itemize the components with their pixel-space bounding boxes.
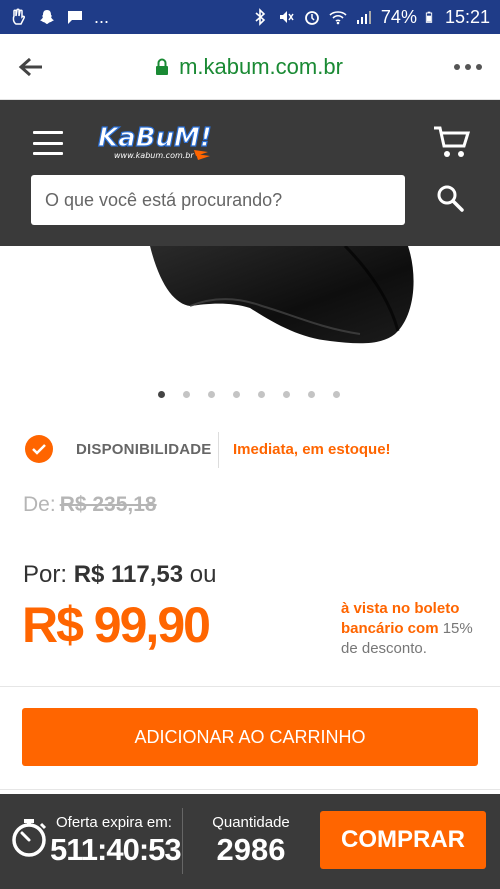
kabum-logo[interactable]: KaBuM! www.kabum.com.br [96,120,212,164]
logo-subtext: www.kabum.com.br [114,151,194,160]
status-left: ... [10,7,109,28]
offer-expires-label: Oferta expira em: [56,814,172,831]
bluetooth-icon [255,8,266,26]
shopping-cart-icon[interactable] [432,124,470,160]
carousel-dot[interactable] [308,391,315,398]
product-image[interactable] [0,246,500,376]
battery-percent: 74% [380,6,417,27]
wifi-icon [329,11,347,25]
search-icon[interactable] [434,182,466,214]
signal-icon [356,11,371,24]
status-bar: ... 74% 15:21 [0,0,500,34]
carousel-dot[interactable] [258,391,265,398]
alarm-icon [305,11,319,25]
check-icon [25,435,53,463]
cash-price: R$ 99,90 [22,597,211,653]
carousel-dot[interactable] [208,391,215,398]
carousel-dot[interactable] [183,391,190,398]
clock: 15:21 [444,6,490,27]
old-price-line: De: R$ 235,18 [23,493,157,517]
price-suffix: ou [189,561,217,588]
more-options-icon[interactable] [454,63,482,70]
divider [0,789,500,790]
more-notifications: ... [94,6,110,27]
stopwatch-icon [12,819,47,857]
divider [0,686,500,687]
mute-icon [279,11,294,23]
offer-countdown: 511:40:53 [50,832,182,867]
boleto-discount-info: à vista no boleto bancário com 15% de de… [341,599,481,659]
price-prefix: Por: [23,561,68,588]
carousel-dot[interactable] [283,391,290,398]
buy-button[interactable]: COMPRAR [320,811,486,869]
carousel-dots [158,391,340,398]
search-input[interactable] [31,175,405,225]
boleto-highlight: à vista no boleto bancário com [341,600,460,637]
availability-row: DISPONIBILIDADE Imediata, em estoque! [0,432,500,468]
old-price: R$ 235,18 [59,493,157,516]
message-icon [68,11,82,24]
carousel-dot[interactable] [333,391,340,398]
bottom-offer-bar: Oferta expira em: 511:40:53 Quantidade 2… [0,794,500,889]
battery-icon [425,11,433,23]
status-right: 74% 15:21 [251,7,490,28]
browser-toolbar: m.kabum.com.br [0,34,500,100]
url-text: m.kabum.com.br [179,53,343,79]
quantity-value: 2986 [216,832,286,867]
site-header: KaBuM! www.kabum.com.br [0,100,500,246]
old-price-prefix: De: [23,493,56,516]
add-to-cart-button[interactable]: ADICIONAR AO CARRINHO [22,708,478,766]
lock-icon [156,58,169,75]
availability-label: DISPONIBILIDADE [76,441,212,458]
back-arrow-icon[interactable] [18,56,44,78]
snapchat-icon [40,10,54,24]
hand-notification-icon [12,8,25,25]
availability-status: Imediata, em estoque! [233,441,391,458]
installment-price: R$ 117,53 [73,561,184,588]
address-bar[interactable]: m.kabum.com.br [44,54,454,80]
hamburger-menu-icon[interactable] [33,131,63,155]
availability-divider [218,432,219,468]
carousel-dot[interactable] [233,391,240,398]
quantity-label: Quantidade [212,814,290,831]
logo-wordmark: KaBuM! [98,123,212,153]
carousel-dot[interactable] [158,391,165,398]
price-line: Por: R$ 117,53 ou [23,561,217,589]
